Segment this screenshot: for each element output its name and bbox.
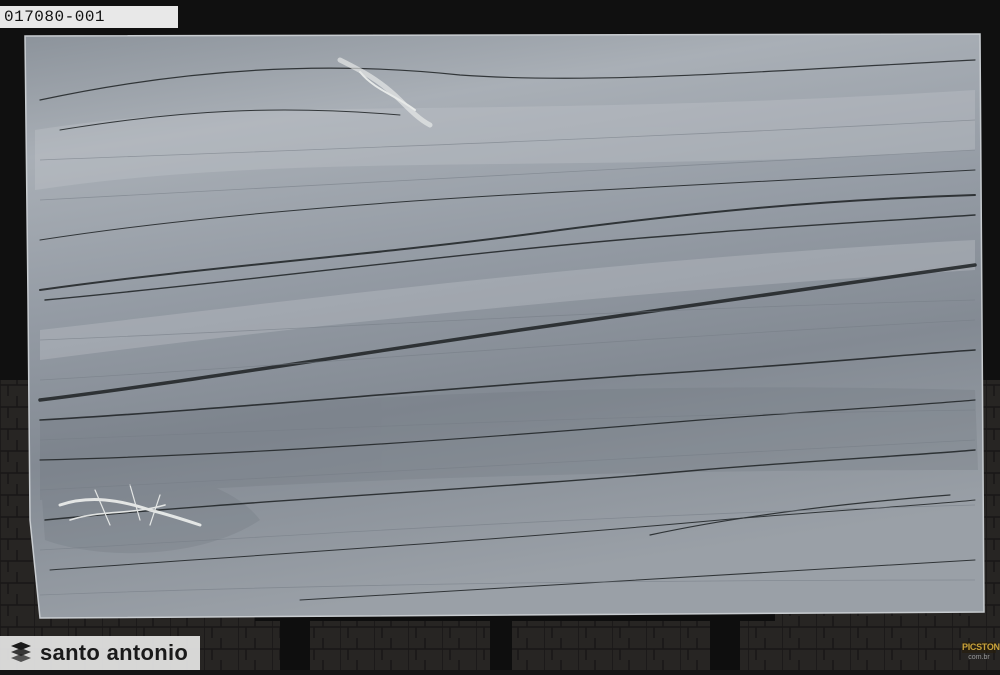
slab-photo — [0, 0, 1000, 670]
watermark-domain: com.br — [968, 654, 990, 661]
watermark-brand: PICSTONE — [962, 642, 1000, 653]
brand-name: santo antonio — [40, 640, 189, 665]
brand-plate: santo antonio — [0, 636, 200, 670]
slab-id-label: 017080-001 — [0, 6, 178, 28]
picstone-watermark: PICSTONE com.br — [962, 642, 1000, 668]
stacked-slabs-icon — [11, 642, 31, 662]
slab-photo-graphic — [0, 0, 1000, 670]
